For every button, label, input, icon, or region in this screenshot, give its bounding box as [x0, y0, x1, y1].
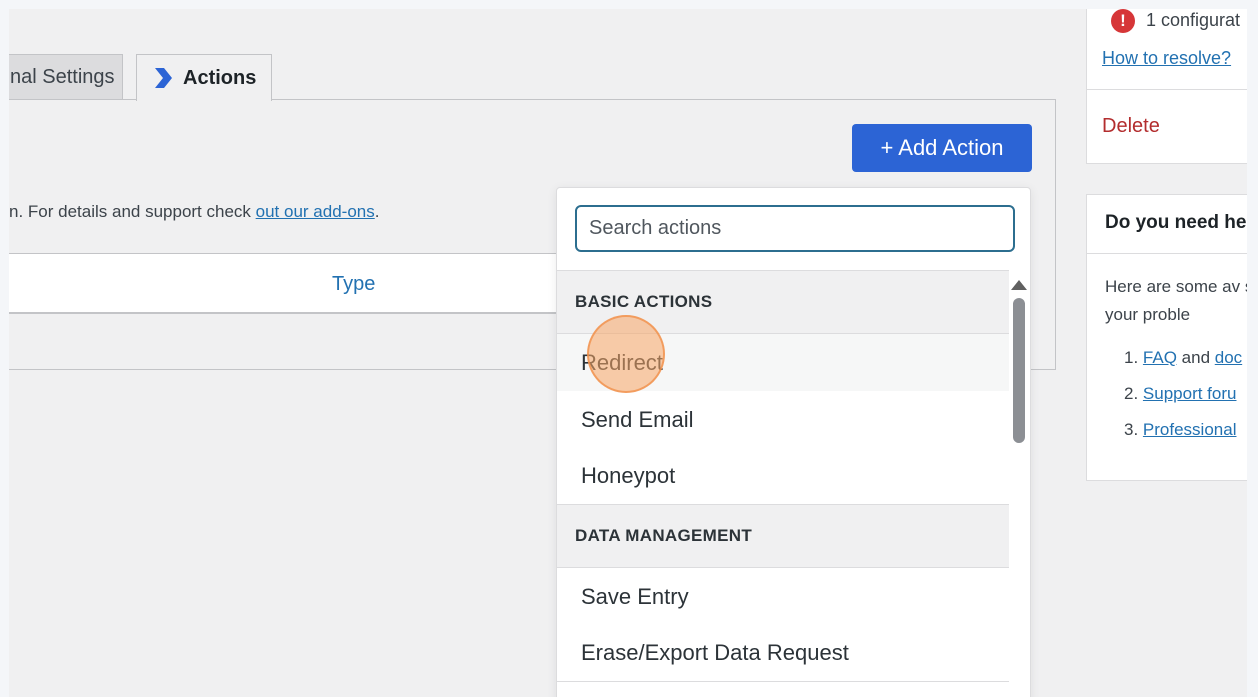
help-item-support: 2. Support foru: [1124, 384, 1237, 403]
help-item-professional: 3. Professional: [1124, 420, 1237, 439]
type-column-header[interactable]: Type: [332, 273, 375, 296]
scroll-thumb[interactable]: [1013, 298, 1025, 443]
tab-general-settings[interactable]: nal Settings: [9, 54, 123, 100]
help-text: Here are some av solve your proble: [1105, 277, 1247, 324]
help-item-faq: 1. FAQ and doc: [1124, 348, 1243, 367]
help-title: Do you need he: [1105, 212, 1247, 233]
addons-description: n. For details and support check out our…: [9, 202, 380, 221]
scroll-up-arrow-icon[interactable]: [1011, 280, 1027, 290]
how-to-resolve-link[interactable]: How to resolve?: [1102, 48, 1231, 69]
status-box: [1086, 9, 1247, 164]
action-picker-dropdown: BASIC ACTIONS Redirect Send Email Honeyp…: [556, 187, 1031, 697]
support-forum-link[interactable]: Support foru: [1143, 384, 1237, 403]
help-divider: [1086, 253, 1247, 254]
docs-link[interactable]: doc: [1215, 348, 1242, 367]
action-item-honeypot[interactable]: Honeypot: [557, 448, 1009, 505]
click-indicator: [587, 315, 665, 393]
tab-actions[interactable]: Actions: [136, 54, 272, 101]
search-actions-input[interactable]: [575, 205, 1015, 252]
app-frame: nal Settings Actions + Add Action n. For…: [9, 9, 1247, 697]
dropdown-scrollbar[interactable]: [1011, 280, 1027, 697]
status-divider: [1086, 89, 1247, 90]
group-heading-data-management: DATA MANAGEMENT: [557, 505, 1009, 568]
help-list: 1. FAQ and doc 2. Support foru 3. Profes…: [1124, 348, 1242, 456]
professional-support-link[interactable]: Professional: [1143, 420, 1237, 439]
tab-actions-label: Actions: [183, 66, 257, 89]
action-item-erase-export[interactable]: Erase/Export Data Request: [557, 625, 1009, 682]
delete-link[interactable]: Delete: [1102, 115, 1160, 138]
chevron-right-icon: [155, 68, 172, 88]
action-item-save-entry[interactable]: Save Entry: [557, 568, 1009, 625]
actions-table-header: [9, 253, 567, 314]
addons-link[interactable]: out our add-ons: [256, 202, 375, 221]
action-item-send-email[interactable]: Send Email: [557, 391, 1009, 448]
faq-link[interactable]: FAQ: [1143, 348, 1177, 367]
config-warning-text: 1 configurat: [1146, 10, 1241, 30]
tab-general-label: nal Settings: [10, 66, 115, 88]
add-action-button[interactable]: + Add Action: [852, 124, 1032, 172]
warning-icon: !: [1111, 9, 1135, 33]
